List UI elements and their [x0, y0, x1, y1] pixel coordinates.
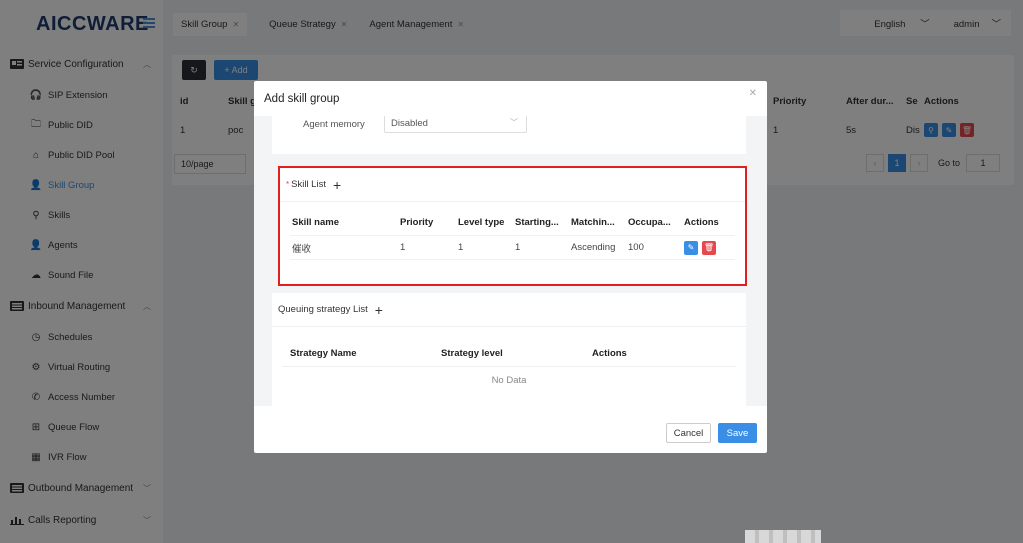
- edit-skill-button[interactable]: ✎: [684, 240, 698, 255]
- col-occupancy: Occupa...: [628, 217, 671, 228]
- col-level-type: Level type: [458, 217, 505, 228]
- add-skill-plus-icon[interactable]: +: [333, 178, 341, 192]
- agent-memory-value: Disabled: [391, 117, 428, 129]
- cell-starting: 1: [515, 242, 521, 253]
- save-button[interactable]: Save: [718, 423, 757, 443]
- skill-table: Skill name Priority Level type Starting.…: [290, 210, 735, 260]
- add-skill-group-dialog: Add skill group ✕ Agent memory Disabled …: [254, 81, 767, 453]
- queue-strategy-card: Queuing strategy List + Strategy Name St…: [272, 293, 746, 406]
- col-actions: Actions: [684, 217, 719, 228]
- cancel-button[interactable]: Cancel: [666, 423, 711, 443]
- table-row: 催收 1 1 1 Ascending 100 ✎ 🗑: [290, 236, 735, 260]
- add-strategy-plus-icon[interactable]: +: [375, 303, 383, 317]
- dialog-footer: Cancel Save: [659, 423, 757, 443]
- close-icon[interactable]: ✕: [749, 88, 757, 99]
- agent-memory-select[interactable]: Disabled ﹀: [384, 116, 527, 133]
- cell-skill-name: 催收: [292, 243, 312, 255]
- dialog-title: Add skill group: [264, 93, 340, 105]
- col-starting: Starting...: [515, 217, 559, 228]
- queue-strategy-title: Queuing strategy List: [278, 304, 368, 315]
- chevron-down-icon: ﹀: [510, 118, 518, 127]
- skill-table-header: Skill name Priority Level type Starting.…: [290, 210, 735, 236]
- pixelated-region: [745, 530, 821, 543]
- col-skill-name: Skill name: [292, 217, 339, 228]
- required-mark: *: [286, 180, 290, 189]
- empty-state: No Data: [491, 375, 527, 386]
- skill-list-card: * Skill List + Skill name Priority Level…: [278, 166, 747, 286]
- col-actions: Actions: [592, 348, 627, 359]
- delete-skill-button[interactable]: 🗑: [702, 240, 716, 255]
- cell-matching: Ascending: [571, 242, 616, 253]
- cell-level-type: 1: [458, 242, 464, 253]
- col-matching: Matchin...: [571, 217, 615, 228]
- row-actions: ✎ 🗑: [684, 240, 720, 255]
- agent-memory-label: Agent memory: [303, 119, 365, 130]
- skill-list-header: * Skill List +: [280, 168, 745, 202]
- col-strategy-level: Strategy level: [441, 348, 503, 359]
- pencil-icon: ✎: [687, 243, 695, 252]
- skill-list-title: Skill List: [291, 179, 326, 190]
- col-strategy-name: Strategy Name: [290, 348, 357, 359]
- strategy-table: Strategy Name Strategy level Actions No …: [282, 341, 736, 386]
- trash-icon: 🗑: [703, 243, 715, 252]
- dialog-body[interactable]: Agent memory Disabled ﹀ * Skill List + S…: [254, 116, 767, 406]
- queue-strategy-header: Queuing strategy List +: [272, 293, 746, 327]
- cell-occupancy: 100: [628, 242, 644, 253]
- col-priority: Priority: [400, 217, 434, 228]
- agent-memory-card: Agent memory Disabled ﹀: [272, 116, 746, 154]
- strategy-table-header: Strategy Name Strategy level Actions: [282, 341, 736, 367]
- cell-priority: 1: [400, 242, 406, 253]
